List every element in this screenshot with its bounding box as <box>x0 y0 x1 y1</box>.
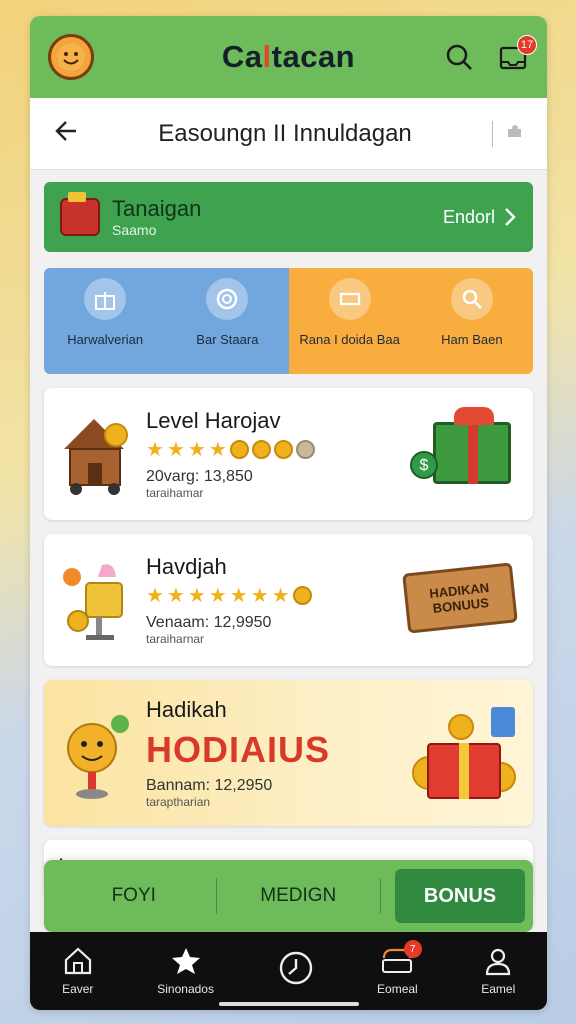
home-indicator <box>218 1002 359 1006</box>
segment-medign[interactable]: MEDIGN <box>217 885 381 907</box>
card-stats: Bannam: 12,2950 <box>146 777 273 794</box>
coin-icon <box>251 440 271 459</box>
promo-banner[interactable]: Tanaigan Saamo Endorl <box>44 182 533 252</box>
card-subtitle: taraihamar <box>146 486 204 500</box>
mascot-icon <box>58 708 132 799</box>
card-stats: 20varg: 13,850 <box>146 468 253 485</box>
dessert-cart-icon <box>58 555 132 645</box>
star-icon: ★ <box>166 585 185 607</box>
clock-icon <box>279 951 312 985</box>
divider <box>492 120 493 147</box>
back-button[interactable] <box>52 118 78 149</box>
star-icon: ★ <box>146 439 164 461</box>
arrow-left-icon <box>55 121 76 141</box>
category-item[interactable]: Rana I doida Baa <box>288 268 411 374</box>
home-icon <box>64 947 91 975</box>
share-button[interactable] <box>503 120 525 147</box>
star-icon: ★ <box>271 585 290 607</box>
category-item[interactable]: Bar Staara <box>166 268 289 374</box>
sub-header: Easoungn II Innuldagan <box>30 98 547 170</box>
target-icon <box>206 278 249 320</box>
ticket-icon <box>328 278 371 320</box>
star-icon: ★ <box>208 439 227 461</box>
search-button[interactable] <box>443 41 475 73</box>
red-gift-icon <box>409 705 519 801</box>
category-grid: Harwalverian Bar Staara Rana I doida Baa… <box>44 268 533 374</box>
card-title: Hadikah <box>146 697 227 722</box>
search-icon <box>450 278 493 320</box>
house-icon <box>58 409 132 499</box>
chevron-right-icon <box>505 208 516 226</box>
rating-stars: ★ ★ ★ ★ <box>146 440 409 460</box>
star-icon: ★ <box>166 439 185 461</box>
segment-bonus[interactable]: BONUS <box>395 869 525 923</box>
category-item[interactable]: Harwalverian <box>44 268 167 374</box>
card-headline: HODIAIUS <box>146 729 331 770</box>
card-subtitle: taraiharnar <box>146 632 205 646</box>
puzzle-icon <box>508 125 521 137</box>
bonus-sign-text: HADIKAN BONUUS <box>402 562 518 634</box>
banner-cta[interactable]: Endorl <box>443 207 517 228</box>
svg-text:$: $ <box>420 457 429 474</box>
banner-subtitle: Saamo <box>112 222 157 238</box>
search-icon <box>446 44 472 70</box>
briefcase-icon <box>60 192 100 236</box>
coin-icon <box>273 440 293 459</box>
notifications-button[interactable]: 17 <box>497 35 537 73</box>
card-stats: Venaam: 12,9950 <box>146 614 272 631</box>
card-title: Havdjah <box>146 554 227 579</box>
gift-cart-icon: $ <box>409 406 519 502</box>
coin-icon <box>292 586 312 605</box>
coin-icon <box>295 440 315 459</box>
star-icon: ★ <box>229 585 248 607</box>
gift-icon <box>84 278 127 320</box>
star-icon: ★ <box>250 585 269 607</box>
notification-badge: 17 <box>517 35 537 55</box>
page-title: Easoungn II Innuldagan <box>158 119 412 147</box>
star-icon: ★ <box>187 439 206 461</box>
app-bar: Caltacan 17 <box>30 16 547 98</box>
phone-screen: Caltacan 17 Easoungn II Innuldagan Tanai… <box>30 16 547 1010</box>
banner-title: Tanaigan <box>112 196 202 221</box>
star-icon <box>171 948 200 974</box>
bonus-card[interactable]: Havdjah ★ ★ ★ ★ ★ ★ ★ Venaam: 12,9950 ta… <box>44 534 533 666</box>
nav-badge: 7 <box>403 940 422 958</box>
nav-item-history[interactable] <box>278 950 314 992</box>
star-icon: ★ <box>208 585 227 607</box>
segment-foyi[interactable]: FOYI <box>52 885 216 907</box>
hodiaius-card[interactable]: Hadikah HODIAIUS Bannam: 12,2950 tarapth… <box>44 680 533 826</box>
nav-item-home[interactable]: Eaver <box>62 946 94 996</box>
card-title: Level Harojav <box>146 408 281 433</box>
nav-item-profile[interactable]: Eamel <box>481 946 515 996</box>
star-icon: ★ <box>187 585 206 607</box>
star-icon: ★ <box>146 585 164 607</box>
segmented-control: FOYI MEDIGN BONUS <box>44 860 533 932</box>
level-card[interactable]: Level Harojav ★ ★ ★ ★ 20varg: 13,850 tar… <box>44 388 533 520</box>
smiley-icon <box>57 43 85 71</box>
category-item[interactable]: Ham Baen <box>410 268 533 374</box>
nav-item-messages[interactable]: 7 Eomeal <box>377 940 422 996</box>
coin-icon <box>229 440 249 459</box>
nav-item-favorites[interactable]: Sinonados <box>157 946 214 996</box>
avatar[interactable] <box>48 34 94 80</box>
bottom-nav: Eaver Sinonados 7 Eomeal Eamel <box>30 932 547 1010</box>
rating-stars: ★ ★ ★ ★ ★ ★ ★ <box>146 586 409 606</box>
card-subtitle: taraptharian <box>146 795 211 809</box>
profile-icon <box>486 948 511 976</box>
bonus-sign-icon: HADIKAN BONUUS <box>402 552 519 648</box>
divider <box>380 878 381 914</box>
